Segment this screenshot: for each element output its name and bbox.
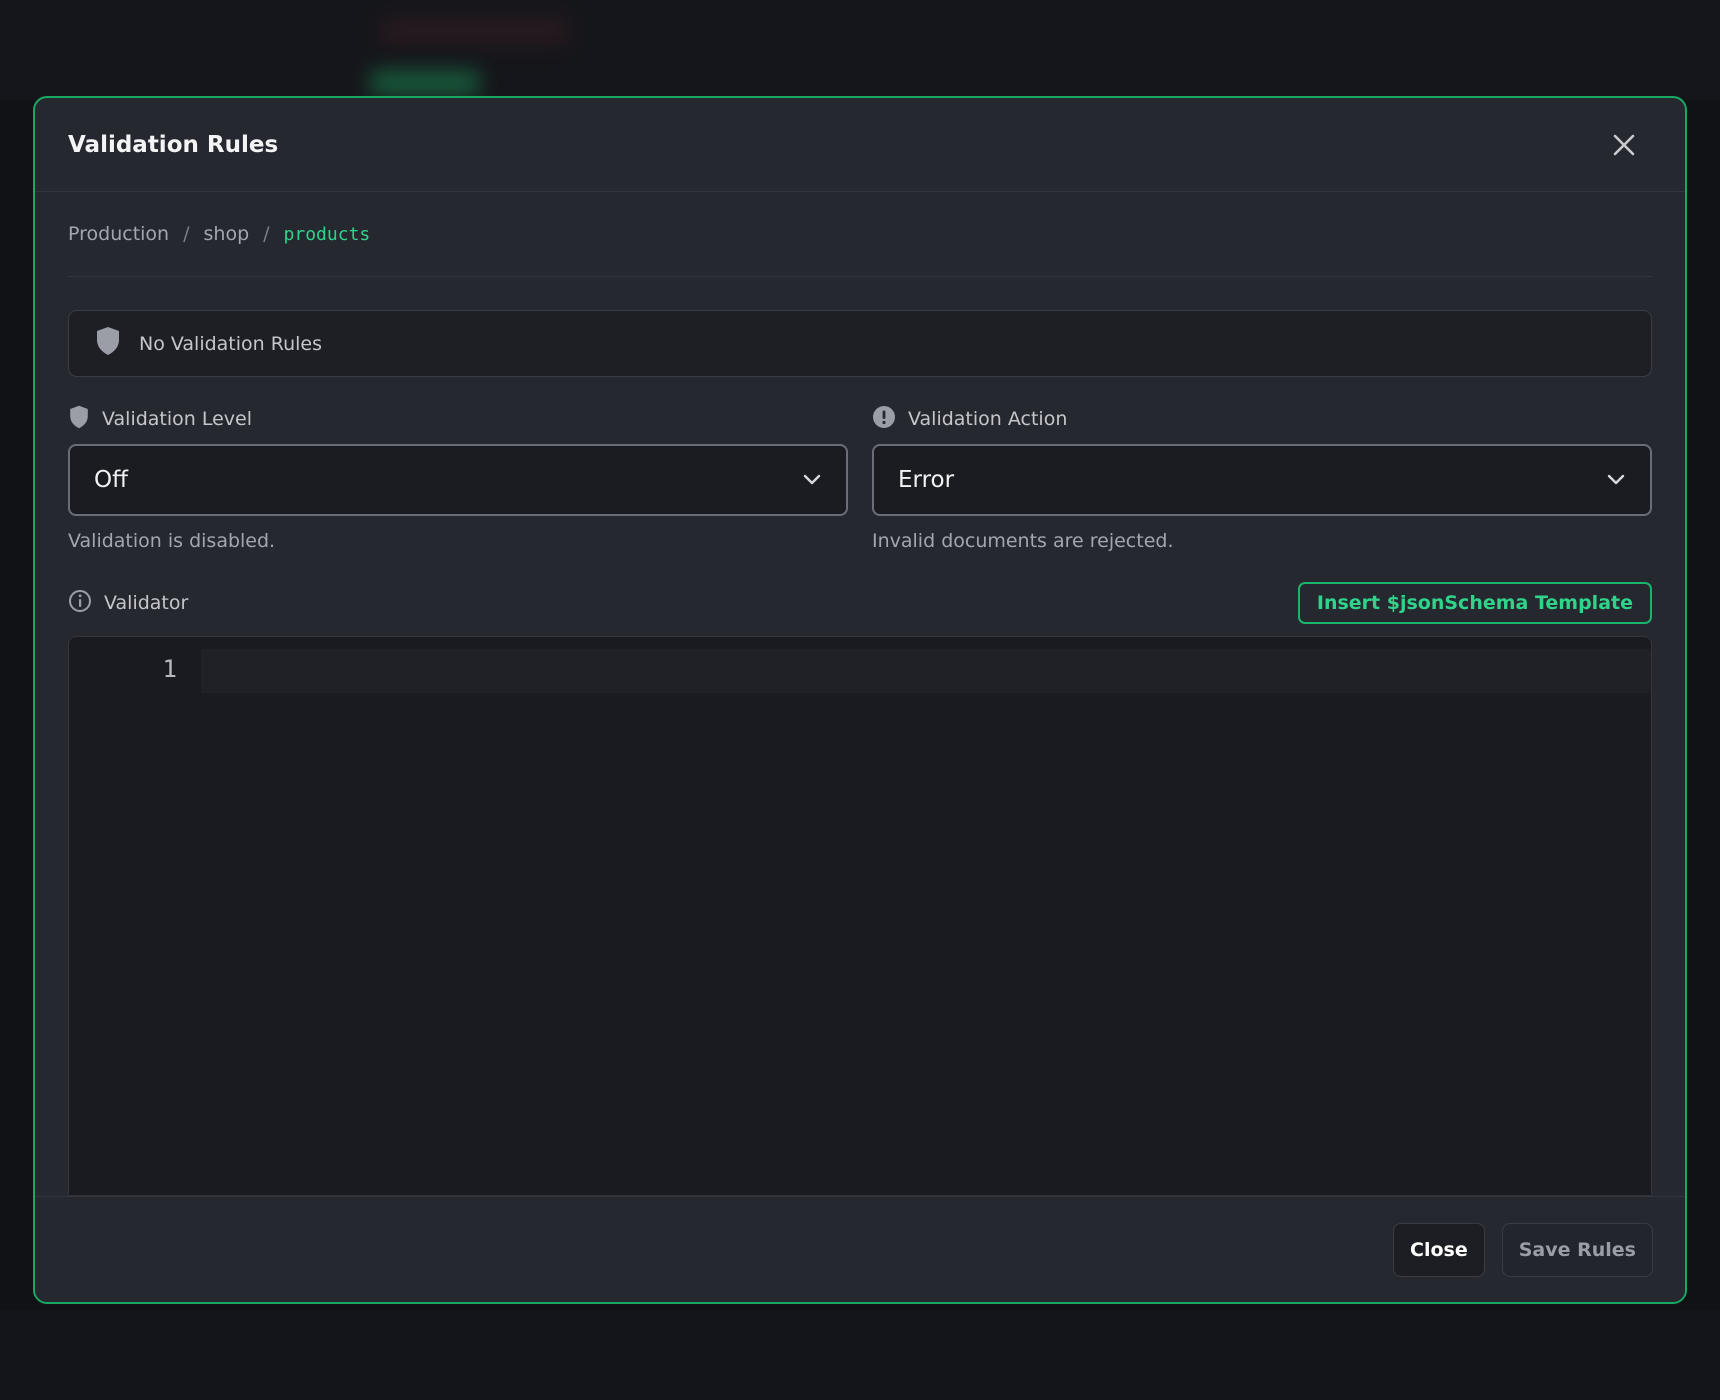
editor-active-line[interactable]	[201, 649, 1651, 693]
validation-action-hint: Invalid documents are rejected.	[872, 530, 1174, 552]
breadcrumb-separator: /	[183, 223, 190, 245]
validation-level-select[interactable]: Off	[68, 444, 848, 516]
close-button[interactable]: Close	[1393, 1222, 1485, 1277]
validation-action-label: Validation Action	[908, 408, 1068, 430]
validation-action-select[interactable]: Error	[872, 444, 1652, 516]
validation-level-label-row: Validation Level	[68, 403, 848, 435]
background-tab	[380, 18, 570, 44]
background-tab-highlight	[370, 70, 480, 96]
editor-gutter: 1	[69, 637, 201, 1195]
no-rules-notice: No Validation Rules	[68, 310, 1652, 377]
background-statusbar	[0, 1310, 1720, 1400]
close-icon[interactable]	[1609, 130, 1639, 160]
shield-icon	[95, 326, 121, 361]
validation-action-field: Validation Action Error Invalid document…	[872, 403, 1652, 552]
validator-header: Validator Insert $jsonSchema Template	[68, 582, 1652, 624]
validation-level-hint: Validation is disabled.	[68, 530, 276, 552]
modal-footer: Close Save Rules	[35, 1196, 1685, 1302]
breadcrumb-separator: /	[263, 223, 270, 245]
validator-label: Validator	[104, 592, 189, 614]
breadcrumb: Production / shop / products	[68, 192, 1652, 277]
breadcrumb-connection[interactable]: Production	[68, 223, 169, 245]
validation-rules-modal: Validation Rules Production / shop / pro…	[33, 96, 1687, 1304]
background-topbar	[0, 0, 1720, 100]
validator-label-row: Validator	[68, 587, 188, 619]
validation-action-label-row: Validation Action	[872, 403, 1652, 435]
breadcrumb-database[interactable]: shop	[204, 223, 250, 245]
insert-jsonschema-template-button[interactable]: Insert $jsonSchema Template	[1297, 582, 1652, 624]
modal-body: Production / shop / products No Validati…	[35, 192, 1685, 1196]
validation-level-label: Validation Level	[102, 408, 253, 430]
modal-header: Validation Rules	[35, 98, 1685, 192]
notice-text: No Validation Rules	[139, 332, 322, 355]
validation-settings: Validation Level Off Validation is disab…	[68, 403, 1652, 552]
modal-title: Validation Rules	[68, 131, 279, 158]
validation-level-field: Validation Level Off Validation is disab…	[68, 403, 848, 552]
validator-code-editor[interactable]: 1	[68, 636, 1652, 1196]
shield-icon	[68, 405, 90, 434]
chevron-down-icon	[1606, 467, 1626, 493]
validation-action-value: Error	[898, 467, 955, 493]
info-icon	[68, 589, 92, 618]
breadcrumb-collection: products	[283, 223, 371, 245]
line-number: 1	[162, 655, 177, 683]
save-rules-button[interactable]: Save Rules	[1501, 1222, 1653, 1277]
chevron-down-icon	[802, 467, 822, 493]
alert-icon	[872, 405, 896, 434]
validation-level-value: Off	[94, 467, 128, 493]
